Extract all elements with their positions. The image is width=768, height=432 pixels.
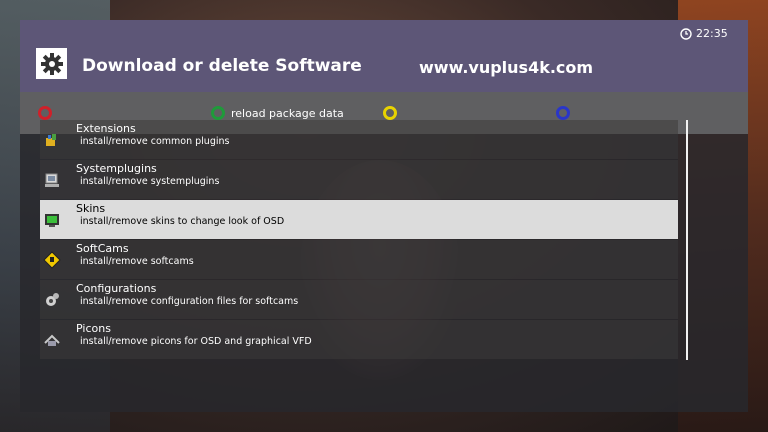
extensions-icon bbox=[46, 134, 56, 146]
list-item-configurations[interactable]: Configurations install/remove configurat… bbox=[40, 280, 678, 319]
list-item-softcams[interactable]: SoftCams install/remove softcams bbox=[40, 240, 678, 279]
list-item-description: install/remove systemplugins bbox=[80, 176, 220, 187]
list-scrollbar[interactable] bbox=[686, 120, 688, 360]
blue-button[interactable] bbox=[556, 106, 576, 120]
list-item-name: Systemplugins bbox=[76, 162, 157, 175]
list-item-name: Configurations bbox=[76, 282, 157, 295]
red-key-icon bbox=[38, 106, 52, 120]
list-item-description: install/remove skins to change look of O… bbox=[80, 216, 285, 227]
header-bar: Download or delete Software www.vuplus4k… bbox=[20, 20, 748, 92]
website-label: www.vuplus4k.com bbox=[419, 58, 594, 77]
red-button[interactable] bbox=[38, 106, 58, 120]
yellow-button[interactable] bbox=[383, 106, 403, 120]
list-item-name: Skins bbox=[76, 202, 106, 215]
clock-icon bbox=[680, 27, 692, 40]
list-item-description: install/remove picons for OSD and graphi… bbox=[80, 336, 312, 347]
list-item-description: install/remove common plugins bbox=[80, 136, 230, 147]
softcams-icon bbox=[43, 251, 61, 269]
configurations-icon bbox=[46, 293, 59, 306]
list-item-name: SoftCams bbox=[76, 242, 129, 255]
list-item-skins[interactable]: Skins install/remove skins to change loo… bbox=[40, 200, 678, 239]
green-button[interactable]: reload package data bbox=[211, 106, 344, 120]
yellow-key-icon bbox=[383, 106, 397, 120]
list-item-systemplugins[interactable]: Systemplugins install/remove systemplugi… bbox=[40, 160, 678, 199]
clock: 22:35 bbox=[680, 27, 728, 40]
picons-icon bbox=[44, 334, 60, 346]
green-button-label: reload package data bbox=[231, 106, 344, 120]
blue-key-icon bbox=[556, 106, 570, 120]
list-item-description: install/remove softcams bbox=[80, 256, 194, 267]
list-item-extensions[interactable]: Extensions install/remove common plugins bbox=[40, 120, 678, 159]
clock-time: 22:35 bbox=[696, 27, 728, 40]
list-item-description: install/remove configuration files for s… bbox=[80, 296, 299, 307]
skins-icon bbox=[45, 214, 59, 227]
systemplugins-icon bbox=[45, 173, 59, 187]
list-item-picons[interactable]: Picons install/remove picons for OSD and… bbox=[40, 320, 678, 359]
list-item-name: Extensions bbox=[76, 122, 136, 135]
list-item-name: Picons bbox=[76, 322, 111, 335]
page-title: Download or delete Software bbox=[82, 56, 362, 76]
green-key-icon bbox=[211, 106, 225, 120]
settings-gear-icon bbox=[36, 48, 67, 79]
